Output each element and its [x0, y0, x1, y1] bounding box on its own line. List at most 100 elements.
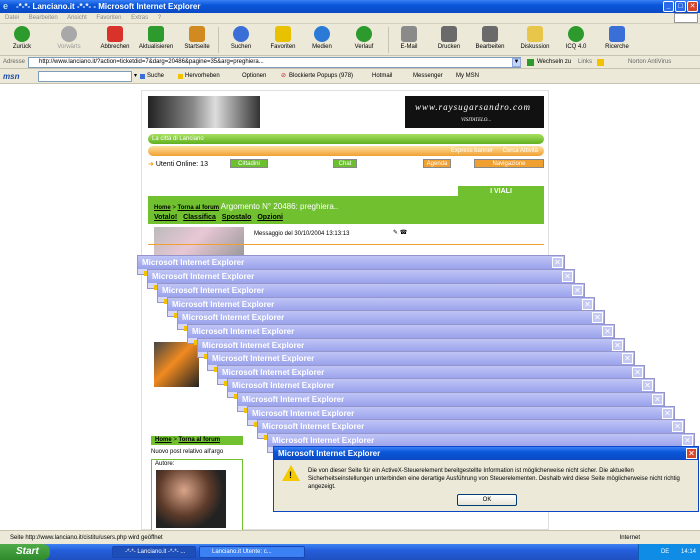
- lower-crumb-home[interactable]: Home: [155, 437, 172, 443]
- start-button[interactable]: Start: [0, 544, 50, 560]
- close-icon[interactable]: ✕: [562, 271, 573, 282]
- msn-logo[interactable]: msn: [3, 69, 19, 84]
- edit-icon: [482, 26, 498, 42]
- close-icon[interactable]: ✕: [622, 353, 633, 364]
- icq-button[interactable]: ICQ 4.0: [563, 26, 589, 50]
- close-icon[interactable]: ✕: [572, 285, 583, 296]
- msn-search-input[interactable]: [38, 71, 132, 82]
- pill-cittadini[interactable]: Cittadini: [230, 159, 268, 168]
- print-icon: [441, 26, 457, 42]
- edit-icon[interactable]: ✎ ☎: [393, 229, 407, 236]
- mail-button[interactable]: E-Mail: [398, 26, 420, 50]
- ricerche-button[interactable]: Ricerche: [603, 26, 631, 50]
- home-icon: [189, 26, 205, 42]
- msn-search-button[interactable]: Suche: [147, 69, 164, 84]
- menu-favoriten[interactable]: Favoriten: [96, 15, 121, 21]
- norton-antivirus-button[interactable]: Norton AntiVirus: [628, 56, 671, 69]
- crumb-home[interactable]: Home: [154, 205, 171, 211]
- menu-ansicht[interactable]: Ansicht: [67, 15, 87, 21]
- close-icon[interactable]: ✕: [552, 257, 563, 268]
- pill-navigazione[interactable]: Navigazione: [474, 159, 544, 168]
- close-window-button[interactable]: ✕: [687, 1, 698, 12]
- votalo-link[interactable]: Votalo!: [154, 214, 177, 221]
- city-bar: La città di Lanciano: [148, 134, 544, 144]
- close-icon[interactable]: ✕: [592, 312, 603, 323]
- blocked-popups-button[interactable]: Blockierte Popups (978): [289, 69, 353, 84]
- task-lanciano-utente[interactable]: Lanciano.it Utente: c...: [199, 546, 305, 558]
- favorites-button[interactable]: Favoriten: [268, 26, 298, 50]
- dialog-title: Microsoft Internet Explorer: [178, 311, 604, 324]
- pill-agenda[interactable]: Agenda: [423, 159, 451, 168]
- dialog-title: Microsoft Internet Explorer: [238, 393, 664, 406]
- my-msn-button[interactable]: My MSN: [456, 69, 479, 84]
- refresh-button[interactable]: Aktualisieren: [136, 26, 176, 50]
- links-label[interactable]: Links: [578, 56, 592, 69]
- norton-icon: [597, 59, 604, 66]
- spostalo-link[interactable]: Spostalo: [222, 214, 252, 221]
- go-button[interactable]: Wechseln zu: [537, 56, 571, 69]
- close-icon[interactable]: ✕: [612, 340, 623, 351]
- msn-options-button[interactable]: Optionen: [242, 69, 266, 84]
- menu-extras[interactable]: Extras: [131, 15, 148, 21]
- chevron-down-icon[interactable]: ▼: [512, 58, 521, 67]
- msn-highlight-button[interactable]: Hervorheben: [185, 69, 220, 84]
- media-button[interactable]: Medien: [310, 26, 334, 50]
- refresh-icon: [148, 26, 164, 42]
- task-lanciano[interactable]: -*-*- Lanciano.it -*-*- ...: [112, 546, 196, 558]
- warning-mark: !: [289, 470, 292, 480]
- home-button[interactable]: Startseite: [182, 26, 212, 50]
- close-icon[interactable]: ✕: [642, 380, 653, 391]
- search-icon: [140, 74, 145, 79]
- close-icon[interactable]: ✕: [682, 435, 693, 446]
- chevron-down-icon[interactable]: ▾: [134, 69, 137, 84]
- lower-crumb-forum[interactable]: Torna al forum: [179, 437, 221, 443]
- go-arrow-icon[interactable]: [527, 59, 534, 66]
- close-icon[interactable]: ✕: [652, 394, 663, 405]
- ok-button[interactable]: OK: [457, 494, 517, 506]
- hotmail-button[interactable]: Hotmail: [372, 69, 392, 84]
- online-users: ➜ Utenti Online: 13: [148, 161, 208, 168]
- back-button[interactable]: Zurück: [8, 26, 36, 50]
- window-titlebar[interactable]: e -*-*- Lanciano.it -*-*- - Microsoft In…: [0, 0, 700, 13]
- maximize-button[interactable]: □: [675, 1, 686, 12]
- dialog-title: Microsoft Internet Explorer: [258, 420, 684, 433]
- ie-logo-icon: e: [3, 1, 9, 11]
- mail-icon: [401, 26, 417, 42]
- language-indicator[interactable]: DE: [661, 549, 669, 555]
- close-icon[interactable]: ✕: [602, 326, 613, 337]
- discussion-button[interactable]: Diskussion: [520, 26, 550, 50]
- edit-button[interactable]: Bearbeiten: [474, 26, 506, 50]
- forward-button[interactable]: Vorwärts: [54, 26, 84, 50]
- close-icon[interactable]: ✕: [672, 421, 683, 432]
- search-button[interactable]: Suchen: [228, 26, 254, 50]
- crumb-forum[interactable]: Torna al forum: [178, 205, 220, 211]
- activex-warning-dialog[interactable]: Microsoft Internet Explorer ✕ ! Die von …: [273, 446, 699, 512]
- search-binoculars-icon: [609, 26, 625, 42]
- menu-bearbeiten[interactable]: Bearbeiten: [29, 15, 58, 21]
- classifica-link[interactable]: Classifica: [183, 214, 216, 221]
- close-icon[interactable]: ✕: [582, 299, 593, 310]
- menu-help[interactable]: ?: [158, 15, 161, 21]
- messenger-button[interactable]: Messenger: [413, 69, 443, 84]
- address-input[interactable]: http://www.lanciano.it/?action=ticketdid…: [28, 57, 521, 68]
- close-icon[interactable]: ✕: [662, 408, 673, 419]
- user-avatar-image: [154, 227, 244, 257]
- cerca-link[interactable]: Cerca Attività: [503, 148, 538, 154]
- print-button[interactable]: Drucken: [436, 26, 462, 50]
- menu-datei[interactable]: Datei: [5, 15, 19, 21]
- pill-chat[interactable]: Chat: [333, 159, 357, 168]
- minimize-button[interactable]: _: [663, 1, 674, 12]
- stop-button[interactable]: Abbrechen: [98, 26, 132, 50]
- opzioni-link[interactable]: Opzioni: [257, 214, 283, 221]
- express-banner-link[interactable]: Express banner: [451, 148, 493, 154]
- dialog-title: Microsoft Internet Explorer: [274, 447, 698, 460]
- banner-title: www.raysugarsandro.com: [415, 102, 532, 112]
- window-title: -*-*- Lanciano.it -*-*- - Microsoft Inte…: [16, 2, 201, 11]
- close-icon[interactable]: ✕: [686, 448, 697, 459]
- banner-ad[interactable]: www.raysugarsandro.com VISITATELO...: [405, 96, 544, 128]
- history-button[interactable]: Verlauf: [352, 26, 376, 50]
- banner-eyes-image[interactable]: [148, 96, 260, 128]
- close-icon[interactable]: ✕: [632, 367, 643, 378]
- media-icon: [314, 26, 330, 42]
- toolbar-separator: [218, 27, 219, 53]
